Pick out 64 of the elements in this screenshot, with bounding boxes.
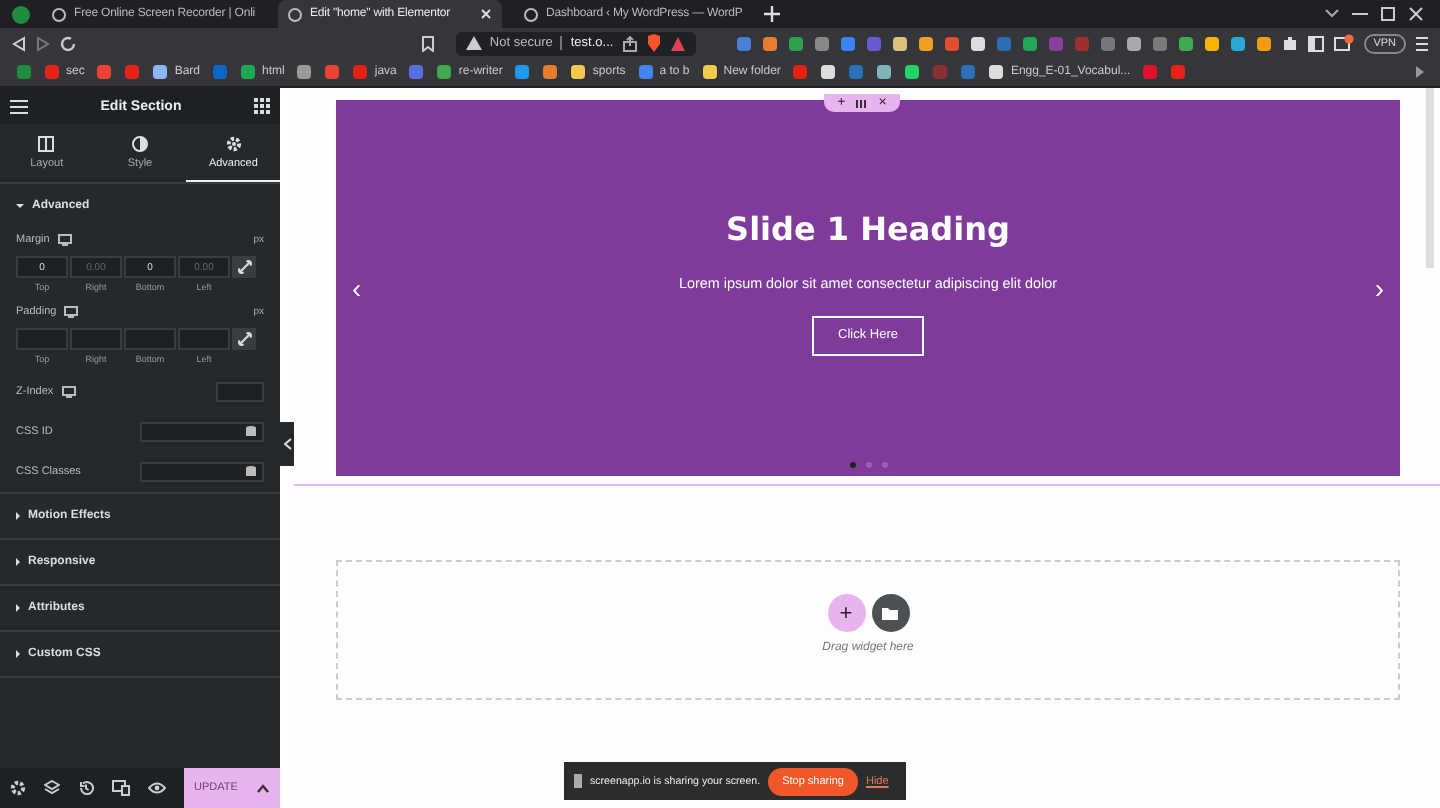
bookmark-favicon[interactable]	[240, 64, 257, 80]
menu-icon[interactable]	[1416, 35, 1428, 51]
warning-icon	[465, 36, 482, 50]
globe-icon	[288, 7, 302, 21]
eye-icon[interactable]	[148, 782, 166, 794]
reload-icon[interactable]	[60, 35, 76, 51]
template-button[interactable]	[871, 594, 909, 632]
monitor-icon[interactable]	[64, 306, 79, 318]
text-field[interactable]	[140, 462, 264, 482]
pagination-dot[interactable]	[865, 462, 871, 468]
new-tab-icon[interactable]	[764, 6, 781, 22]
padding-input[interactable]	[70, 328, 122, 350]
forward-icon[interactable]	[36, 35, 50, 51]
text-field[interactable]	[140, 422, 264, 442]
z-index-input[interactable]	[216, 382, 264, 402]
bookmark-favicon[interactable]	[570, 64, 587, 80]
responsive-icon[interactable]	[112, 780, 130, 796]
wallet-icon[interactable]	[1333, 34, 1354, 52]
add-section-button[interactable]: +	[827, 594, 865, 632]
triangle-icon[interactable]	[669, 35, 686, 51]
scrollbar[interactable]	[1426, 88, 1434, 268]
close-icon[interactable]	[480, 8, 492, 20]
next-arrow[interactable]: ›	[1374, 274, 1384, 302]
more-icon[interactable]	[1416, 66, 1424, 78]
back-icon[interactable]	[12, 35, 26, 51]
link-button[interactable]	[232, 256, 256, 278]
grid-icon[interactable]	[253, 98, 270, 114]
monitor-icon[interactable]	[61, 386, 76, 398]
chevron-down-icon[interactable]	[1324, 8, 1340, 20]
close-icon[interactable]	[1408, 6, 1424, 22]
link-button[interactable]	[232, 328, 256, 350]
settings-icon[interactable]	[10, 780, 26, 796]
maximize-icon[interactable]	[1380, 6, 1396, 22]
bookmark-favicon[interactable]	[152, 64, 169, 80]
bookmark-favicon[interactable]	[436, 64, 453, 80]
drag-icon[interactable]	[855, 99, 868, 107]
bookmark-favicon[interactable]	[988, 64, 1005, 80]
share-icon[interactable]	[621, 35, 638, 51]
globe-icon	[524, 7, 538, 21]
padding-input[interactable]	[16, 328, 68, 350]
gear-icon	[225, 135, 242, 151]
pagination-dot[interactable]	[849, 462, 855, 468]
chevron-up-icon	[256, 783, 270, 793]
globe-icon	[52, 7, 66, 21]
padding-input[interactable]	[124, 328, 176, 350]
folder-icon	[882, 606, 898, 620]
padding-input[interactable]	[178, 328, 230, 350]
profile-icon[interactable]	[12, 5, 30, 23]
menu-icon[interactable]	[10, 99, 28, 113]
bookmark-favicon[interactable]	[701, 64, 718, 80]
history-icon[interactable]	[78, 780, 94, 796]
contrast-icon	[132, 135, 148, 151]
puzzle-icon[interactable]	[1281, 35, 1298, 51]
layers-icon[interactable]	[44, 780, 60, 796]
minimize-icon[interactable]	[1352, 8, 1368, 20]
sidebar-icon[interactable]	[1307, 35, 1324, 51]
previous-arrow[interactable]: ‹	[352, 274, 362, 302]
slide-heading: Slide 1 Heading	[726, 209, 1010, 247]
pagination-dot[interactable]	[881, 462, 887, 468]
layout-icon	[38, 135, 55, 151]
monitor-icon[interactable]	[57, 234, 72, 246]
chevron-left-icon	[283, 438, 291, 450]
pause-icon	[574, 774, 582, 788]
collapse-panel-button[interactable]	[280, 422, 294, 466]
